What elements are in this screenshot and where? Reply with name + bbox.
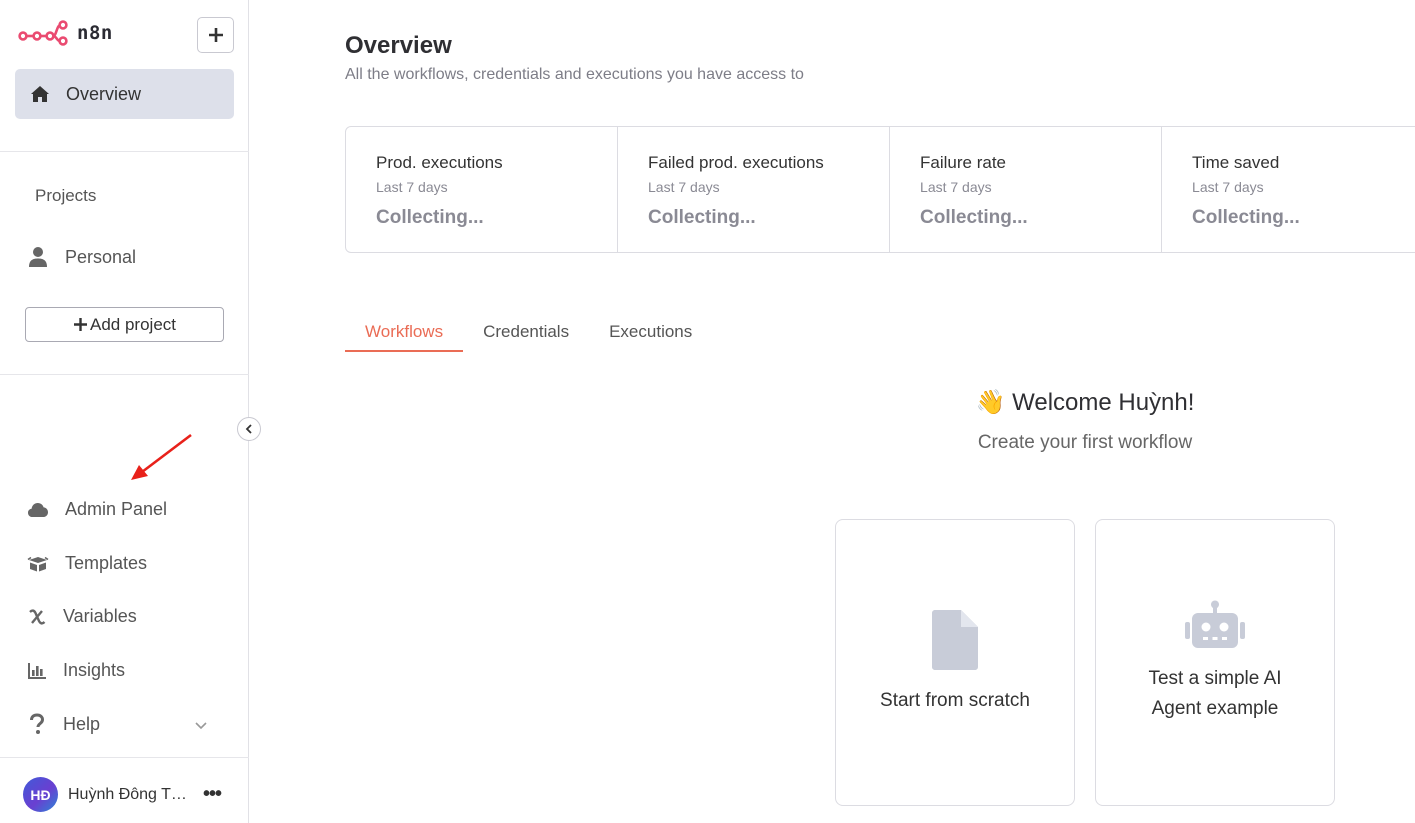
add-project-label: Add project — [90, 314, 176, 334]
collapse-sidebar-button[interactable] — [237, 417, 261, 441]
welcome-title: Welcome Huỳnh! — [1012, 389, 1195, 416]
stat-title: Failure rate — [920, 153, 1007, 172]
box-icon — [27, 556, 49, 571]
plus-icon — [208, 28, 223, 42]
stat-failure-rate[interactable]: Failure rate Last 7 days Collecting... — [890, 127, 1163, 252]
tabs: Workflows Credentials Executions — [345, 318, 712, 352]
tab-workflows[interactable]: Workflows — [345, 318, 464, 352]
sidebar-item-label: Overview — [66, 83, 142, 104]
stat-prod-executions[interactable]: Prod. executions Last 7 days Collecting.… — [346, 127, 619, 252]
stat-time-saved[interactable]: Time saved Last 7 days Collecting... — [1162, 127, 1415, 252]
annotation-arrow — [131, 433, 192, 480]
stat-value: Collecting... — [376, 207, 484, 228]
welcome-heading: 👋 Welcome Huỳnh! — [835, 388, 1335, 417]
projects-heading: Projects — [35, 186, 97, 205]
sidebar-item-admin-panel[interactable]: Admin Panel — [27, 499, 167, 520]
plus-icon — [74, 318, 87, 331]
bar-chart-icon — [28, 662, 46, 679]
divider — [0, 757, 249, 758]
user-menu[interactable]: HĐ Huỳnh Đông Thái — [23, 777, 190, 812]
create-new-button[interactable] — [197, 17, 234, 53]
page-subtitle: All the workflows, credentials and execu… — [345, 66, 804, 83]
n8n-logo[interactable]: n8n — [18, 20, 113, 46]
sidebar-item-label: Personal — [65, 246, 137, 267]
tab-credentials[interactable]: Credentials — [463, 318, 589, 352]
stat-title: Failed prod. executions — [648, 153, 824, 172]
stat-period: Last 7 days — [648, 179, 720, 195]
sidebar-item-variables[interactable]: Variables — [27, 606, 137, 627]
sidebar-item-templates[interactable]: Templates — [27, 553, 147, 574]
ai-agent-example-card[interactable]: Test a simple AI Agent example — [1095, 519, 1335, 806]
sidebar-item-help[interactable]: Help — [27, 713, 100, 735]
sidebar-item-label: Admin Panel — [65, 499, 168, 519]
add-project-button[interactable]: Add project — [25, 307, 224, 342]
cloud-icon — [28, 502, 48, 517]
sidebar-item-label: Help — [63, 713, 101, 734]
sidebar-item-label: Variables — [63, 606, 137, 626]
sidebar: n8n Overview Projects Personal Add proje… — [0, 0, 249, 823]
robot-icon — [1185, 600, 1245, 648]
user-name: Huỳnh Đông Thái — [68, 785, 190, 803]
chevron-left-icon — [245, 424, 252, 434]
sidebar-item-insights[interactable]: Insights — [27, 660, 125, 681]
variable-x-icon — [29, 608, 46, 625]
stat-title: Time saved — [1192, 153, 1280, 172]
page-title: Overview — [345, 32, 452, 59]
more-options-icon[interactable]: ••• — [203, 784, 222, 804]
stat-period: Last 7 days — [1192, 179, 1264, 195]
sidebar-item-label: Templates — [65, 553, 148, 573]
chevron-down-icon[interactable] — [193, 717, 209, 733]
n8n-logo-icon — [18, 20, 68, 46]
insights-summary: Prod. executions Last 7 days Collecting.… — [345, 126, 1415, 253]
card-label: Start from scratch — [880, 690, 1030, 711]
stat-title: Prod. executions — [376, 153, 503, 172]
avatar: HĐ — [23, 777, 58, 812]
waving-hand-icon: 👋 — [975, 389, 1006, 416]
question-icon — [30, 713, 45, 734]
stat-value: Collecting... — [920, 207, 1028, 228]
file-icon — [932, 610, 978, 670]
divider — [0, 374, 249, 375]
stat-failed-prod-executions[interactable]: Failed prod. executions Last 7 days Coll… — [618, 127, 891, 252]
divider — [0, 151, 249, 152]
stat-period: Last 7 days — [920, 179, 992, 195]
stat-period: Last 7 days — [376, 179, 448, 195]
sidebar-item-label: Insights — [63, 660, 126, 680]
card-label: Test a simple AI Agent example — [1148, 668, 1282, 719]
start-from-scratch-card[interactable]: Start from scratch — [835, 519, 1075, 806]
stat-value: Collecting... — [1192, 207, 1300, 228]
user-icon — [29, 247, 47, 267]
sidebar-item-overview[interactable]: Overview — [15, 69, 234, 119]
tab-executions[interactable]: Executions — [589, 318, 712, 352]
sidebar-item-personal[interactable]: Personal — [27, 246, 136, 268]
stat-value: Collecting... — [648, 207, 756, 228]
welcome-subtitle: Create your first workflow — [977, 432, 1193, 453]
app-name: n8n — [77, 22, 113, 44]
home-icon — [31, 86, 49, 102]
